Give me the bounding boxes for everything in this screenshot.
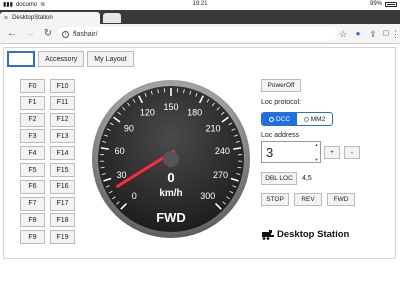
minor-tick — [100, 167, 105, 169]
reverse-button[interactable]: REV — [294, 193, 322, 206]
function-button-f0[interactable]: F0 — [20, 79, 45, 93]
function-button-f7[interactable]: F7 — [20, 196, 45, 211]
speedometer[interactable]: 0 30 60 90 120 150 180 210 240 270 300 0 km/h FWD — [91, 79, 251, 239]
stop-button[interactable]: STOP — [261, 193, 289, 206]
function-button-f19[interactable]: F19 — [50, 230, 75, 245]
function-button-f5[interactable]: F5 — [20, 163, 45, 177]
gauge-tick-label: 300 — [200, 191, 215, 201]
function-button-f1[interactable]: F1 — [20, 95, 45, 110]
speed-unit: km/h — [159, 188, 182, 199]
status-right: 99% — [370, 1, 397, 7]
url-text: flashair/ — [73, 30, 98, 38]
app-tabs: Accessory My Layout — [7, 51, 134, 69]
loc-protocol-label: Loc protocol: — [261, 99, 302, 106]
gauge-tick-label: 240 — [215, 146, 230, 156]
step-up-icon[interactable]: ▲ — [315, 142, 319, 147]
loc-address-label: Loc address — [261, 132, 300, 139]
dbl-loc-button[interactable]: DBL LOC — [261, 172, 297, 185]
battery-percent: 99% — [369, 1, 382, 7]
tab-my-layout[interactable]: My Layout — [87, 51, 134, 67]
power-off-button[interactable]: PowerOff — [261, 79, 301, 92]
minor-tick — [237, 167, 242, 169]
needle-hub — [163, 151, 179, 167]
new-tab-button[interactable] — [103, 13, 121, 23]
address-plus-button[interactable]: + — [324, 146, 340, 159]
star-icon[interactable]: ☆ — [337, 28, 349, 40]
function-button-f15[interactable]: F15 — [50, 163, 75, 177]
tab-accessory[interactable]: Accessory — [38, 51, 85, 67]
direction-indicator: FWD — [156, 210, 186, 225]
status-bar: ▮▮▮ docomo ≋ 19:21 99% — [0, 0, 400, 10]
function-button-f9[interactable]: F9 — [20, 230, 45, 245]
gauge-tick-label: 270 — [213, 170, 228, 180]
function-button-f11[interactable]: F11 — [50, 95, 75, 110]
share-icon[interactable]: ⇪ — [367, 28, 379, 40]
forward-button[interactable]: FWD — [327, 193, 355, 206]
gauge-tick-label: 150 — [163, 102, 178, 112]
menu-icon[interactable]: ⋮ — [391, 28, 400, 40]
desktop-station-logo: Desktop Station — [262, 229, 349, 240]
function-button-f8[interactable]: F8 — [20, 213, 45, 228]
radio-icon — [303, 116, 309, 122]
browser-tab[interactable]: × DesktopStation — [0, 12, 100, 24]
browser-tab-bar: × DesktopStation — [0, 10, 400, 24]
address-bar: ← → ↻ i flashair/ ☆ ● ⇪ ▢ ⋮ — [0, 24, 400, 44]
gauge-tick-label: 90 — [124, 123, 134, 133]
function-button-f2[interactable]: F2 — [20, 112, 45, 127]
function-button-f17[interactable]: F17 — [50, 196, 75, 211]
loc-address-input[interactable]: 3 — [261, 141, 321, 163]
reload-icon[interactable]: ↻ — [42, 28, 54, 40]
function-button-f14[interactable]: F14 — [50, 146, 75, 161]
close-tab-icon[interactable]: × — [4, 15, 8, 22]
function-button-f4[interactable]: F4 — [20, 146, 45, 161]
battery-icon — [385, 1, 397, 7]
function-button-f16[interactable]: F16 — [50, 179, 75, 194]
gauge-tick-label: 30 — [117, 170, 127, 180]
function-button-f13[interactable]: F13 — [50, 129, 75, 144]
protocol-dcc[interactable]: DCC — [262, 113, 297, 125]
loc-address-value: 3 — [266, 144, 274, 160]
gauge-tick-label: 210 — [206, 123, 221, 133]
gauge-tick-label: 0 — [132, 191, 137, 201]
back-icon[interactable]: ← — [6, 28, 18, 40]
radio-selected-icon — [268, 116, 274, 122]
clock: 19:21 — [192, 1, 208, 7]
app-panel: Accessory My Layout F0 F1 F2 F3 F4 F5 F6 F7 F8 F9… — [3, 47, 396, 259]
gauge-tick-label: 60 — [115, 146, 125, 156]
protocol-selector: DCC MM2 — [261, 112, 333, 126]
speed-value: 0 — [167, 170, 174, 185]
mic-icon[interactable]: ● — [352, 28, 364, 40]
locomotive-icon — [262, 229, 274, 240]
function-button-f10[interactable]: F10 — [50, 79, 75, 93]
function-button-f6[interactable]: F6 — [20, 179, 45, 194]
step-down-icon[interactable]: ▼ — [315, 157, 319, 162]
protocol-mm2[interactable]: MM2 — [297, 113, 332, 125]
logo-text: Desktop Station — [277, 229, 350, 240]
address-stepper[interactable]: ▲ ▼ — [313, 142, 320, 162]
function-button-f12[interactable]: F12 — [50, 112, 75, 127]
forward-icon[interactable]: → — [24, 28, 36, 40]
function-button-f18[interactable]: F18 — [50, 213, 75, 228]
gauge-tick-label: 180 — [187, 108, 202, 118]
tab-locomotive[interactable] — [7, 51, 35, 67]
dbl-loc-value: 4,5 — [302, 175, 312, 182]
gauge-tick-label: 120 — [140, 108, 155, 118]
dcc-label: DCC — [275, 115, 291, 123]
address-minus-button[interactable]: - — [344, 146, 360, 159]
tab-title: DesktopStation — [12, 15, 53, 21]
url-field[interactable]: i flashair/ — [58, 27, 338, 41]
info-icon[interactable]: i — [62, 30, 69, 38]
mm2-label: MM2 — [310, 115, 326, 123]
function-button-f3[interactable]: F3 — [20, 129, 45, 144]
